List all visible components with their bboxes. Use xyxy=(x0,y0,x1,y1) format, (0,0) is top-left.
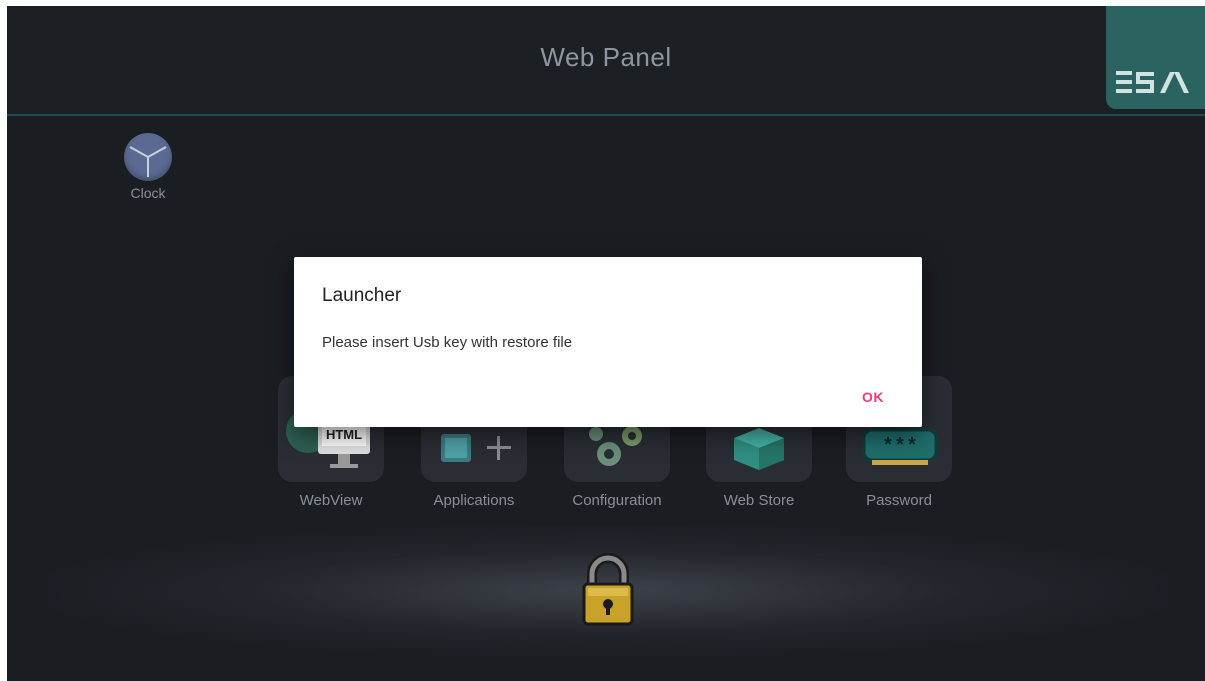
launcher-dialog: Launcher Please insert Usb key with rest… xyxy=(294,257,922,427)
ok-button[interactable]: OK xyxy=(854,385,892,409)
dialog-message: Please insert Usb key with restore file xyxy=(322,334,573,351)
dialog-title: Launcher xyxy=(322,285,402,306)
